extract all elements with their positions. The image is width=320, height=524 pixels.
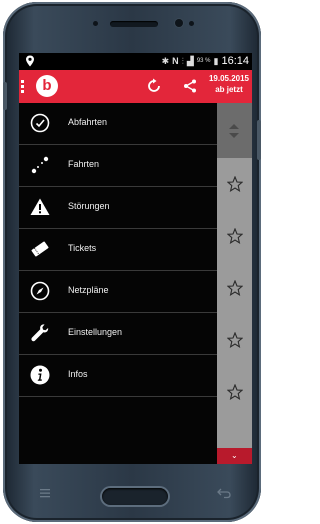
favorite-cell[interactable] (217, 262, 252, 314)
app-bar: b 19.05.2015 ab jetzt (19, 70, 252, 103)
home-button[interactable] (102, 488, 168, 505)
chevron-down-icon: ⌄ (231, 451, 238, 460)
navigation-drawer: Abfahrten Fahrten Störungen Tickets Netz… (19, 103, 217, 464)
date-label: 19.05.2015 (208, 74, 249, 83)
menu-item-label: Störungen (68, 201, 110, 211)
drawer-toggle-icon[interactable] (21, 80, 25, 94)
star-icon[interactable] (227, 176, 243, 192)
earpiece-speaker (110, 21, 158, 27)
expand-bar[interactable]: ⌄ (217, 448, 252, 464)
info-icon (30, 365, 50, 385)
power-button (257, 120, 261, 160)
background-list-panel: ⌄ (217, 103, 252, 464)
star-icon[interactable] (227, 332, 243, 348)
menu-item-label: Netzpläne (68, 285, 109, 295)
star-icon[interactable] (227, 280, 243, 296)
front-camera (175, 19, 183, 27)
battery-icon: ▮ (213, 56, 219, 66)
star-icon[interactable] (227, 384, 243, 400)
signal-icon: ▟ (186, 56, 194, 66)
volume-button (3, 82, 7, 110)
menu-item-label: Tickets (68, 243, 97, 253)
time-label: ab jetzt (215, 85, 243, 94)
menu-item-netzplaene[interactable]: Netzpläne (19, 271, 217, 313)
phone-frame: ✱ N ⫶ ▟ 93 % ▮ 16:14 b 19.05.2015 ab jet… (3, 2, 261, 522)
sort-icon[interactable] (228, 124, 240, 138)
compass-icon (30, 281, 50, 301)
menu-item-stoerungen[interactable]: Störungen (19, 187, 217, 229)
favorite-cell[interactable] (217, 314, 252, 366)
back-key-icon[interactable] (217, 487, 231, 499)
clock-time: 16:14 (221, 55, 249, 67)
menu-item-abfahrten[interactable]: Abfahrten (19, 103, 217, 145)
menu-item-tickets[interactable]: Tickets (19, 229, 217, 271)
menu-item-infos[interactable]: Infos (19, 355, 217, 397)
refresh-icon[interactable] (145, 77, 163, 95)
favorite-cell[interactable] (217, 366, 252, 418)
route-icon (31, 156, 49, 174)
share-icon[interactable] (182, 78, 198, 94)
warning-icon (30, 198, 50, 215)
menu-item-label: Einstellungen (68, 327, 123, 337)
date-selector[interactable]: 19.05.2015 ab jetzt (209, 73, 249, 95)
menu-item-label: Infos (68, 369, 88, 379)
favorite-cell[interactable] (217, 210, 252, 262)
menu-key-icon[interactable] (39, 487, 51, 499)
wrench-icon (31, 324, 49, 342)
location-icon (26, 55, 34, 67)
clock-icon (30, 113, 50, 133)
proximity-sensor (93, 21, 98, 26)
nfc-icon: N (172, 56, 179, 66)
favorite-cell[interactable] (217, 158, 252, 210)
menu-item-einstellungen[interactable]: Einstellungen (19, 313, 217, 355)
status-bar: ✱ N ⫶ ▟ 93 % ▮ 16:14 (19, 53, 252, 70)
screen: ✱ N ⫶ ▟ 93 % ▮ 16:14 b 19.05.2015 ab jet… (19, 53, 252, 464)
panel-header-cell (217, 103, 252, 158)
menu-item-label: Fahrten (68, 159, 100, 169)
menu-item-label: Abfahrten (68, 117, 108, 127)
app-logo[interactable]: b (36, 75, 58, 97)
light-sensor (189, 21, 194, 26)
star-icon[interactable] (227, 228, 243, 244)
battery-percent: 93 % (196, 58, 211, 64)
ticket-icon (31, 241, 49, 257)
vibrate-icon: ⫶ (181, 56, 184, 66)
menu-item-fahrten[interactable]: Fahrten (19, 145, 217, 187)
bluetooth-icon: ✱ (161, 56, 170, 66)
